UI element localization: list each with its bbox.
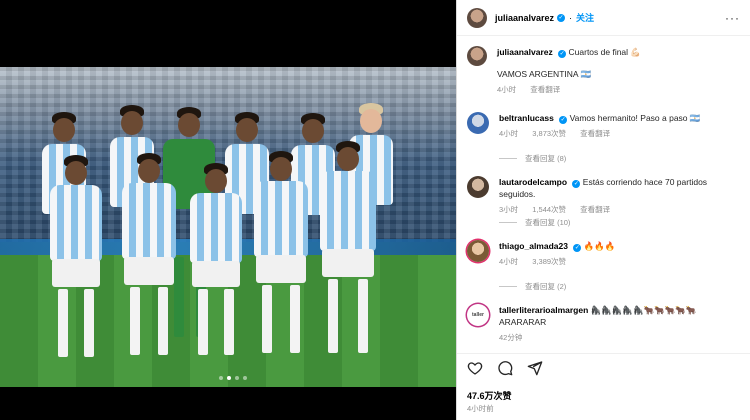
commenter-avatar[interactable] — [467, 176, 489, 198]
separator-dot: · — [569, 12, 573, 23]
author-avatar[interactable] — [467, 7, 487, 28]
verified-icon: ✓ — [573, 244, 582, 252]
comment-likes[interactable]: 3,873次赞 — [532, 129, 566, 138]
carousel-dot[interactable] — [235, 376, 239, 380]
comment-time: 42分钟 — [499, 333, 523, 342]
comment-text: 🔥🔥🔥 — [583, 241, 616, 251]
translate-link[interactable]: 查看翻译 — [530, 85, 560, 94]
carousel-dot[interactable] — [219, 376, 223, 380]
caption: juliaanalvarez ✓ Cuartos de final 💪🏻 VAM… — [467, 46, 742, 96]
player — [118, 153, 180, 365]
player — [186, 163, 246, 363]
caption-title: Cuartos de final 💪🏻 — [568, 47, 641, 57]
comment-username[interactable]: tallerliterarioalmargen — [499, 305, 588, 315]
commenter-avatar[interactable] — [467, 240, 489, 262]
comment-username[interactable]: lautarodelcampo — [499, 177, 567, 187]
caption-body: VAMOS ARGENTINA 🇦🇷 — [497, 69, 592, 79]
carousel-dots[interactable] — [219, 376, 247, 380]
post-time: 4小时前 — [467, 404, 494, 413]
view-replies[interactable]: 查看回复 (10) — [499, 217, 570, 228]
view-replies[interactable]: 查看回复 (8) — [499, 153, 566, 164]
post-panel: juliaanalvarez ✓ · 关注 ··· juliaanalvarez… — [456, 0, 750, 420]
comment-likes[interactable]: 1,544次赞 — [532, 205, 566, 214]
share-icon[interactable] — [527, 360, 543, 376]
translate-link[interactable]: 查看翻译 — [580, 129, 610, 138]
author-avatar[interactable] — [467, 46, 487, 66]
view-replies[interactable]: 查看回复 (2) — [499, 281, 566, 292]
comment-username[interactable]: thiago_almada23 — [499, 241, 568, 251]
comment-icon[interactable] — [497, 360, 513, 376]
caption-time: 4小时 — [497, 85, 517, 94]
comment: beltranlucass ✓ Vamos hermanito! Paso a … — [467, 112, 742, 140]
more-options-icon[interactable]: ··· — [725, 11, 740, 25]
translate-link[interactable]: 查看翻译 — [580, 205, 610, 214]
comments-list[interactable]: juliaanalvarez ✓ Cuartos de final 💪🏻 VAM… — [457, 42, 750, 352]
post-actions — [467, 360, 543, 376]
commenter-avatar[interactable] — [467, 112, 489, 134]
caption-username[interactable]: juliaanalvarez — [497, 47, 553, 57]
carousel-dot-active[interactable] — [227, 376, 231, 380]
carousel-dot[interactable] — [243, 376, 247, 380]
verified-icon: ✓ — [559, 116, 568, 124]
comment-time: 4小时 — [499, 257, 519, 266]
comment-time: 4小时 — [499, 129, 519, 138]
player — [250, 151, 312, 363]
follow-button[interactable]: 关注 — [576, 11, 594, 24]
comment-username[interactable]: beltranlucass — [499, 113, 554, 123]
comment-text: Vamos hermanito! Paso a paso 🇦🇷 — [569, 113, 701, 123]
post-media[interactable] — [0, 0, 456, 420]
author-username[interactable]: juliaanalvarez — [495, 13, 554, 23]
post-header: juliaanalvarez ✓ · 关注 ··· — [457, 0, 750, 36]
divider — [457, 353, 750, 354]
post-photo — [0, 67, 456, 387]
verified-icon: ✓ — [557, 13, 566, 22]
heart-icon[interactable] — [467, 360, 483, 376]
verified-icon: ✓ — [558, 50, 567, 58]
like-count[interactable]: 47.6万次赞 — [467, 389, 512, 402]
player — [316, 141, 380, 363]
comment: thiago_almada23 ✓ 🔥🔥🔥 4小时 3,389次赞 — [467, 240, 742, 268]
comment: taller tallerliterarioalmargen 🦍🦍🦍🦍🦍🐂🐂🐂🐂… — [467, 304, 742, 344]
commenter-avatar[interactable]: taller — [467, 304, 489, 326]
verified-icon: ✓ — [572, 180, 581, 188]
comment-time: 3小时 — [499, 205, 519, 214]
comment-likes[interactable]: 3,389次赞 — [532, 257, 566, 266]
comment: lautarodelcampo ✓ Estás corriendo hace 7… — [467, 176, 742, 216]
player — [46, 155, 106, 365]
